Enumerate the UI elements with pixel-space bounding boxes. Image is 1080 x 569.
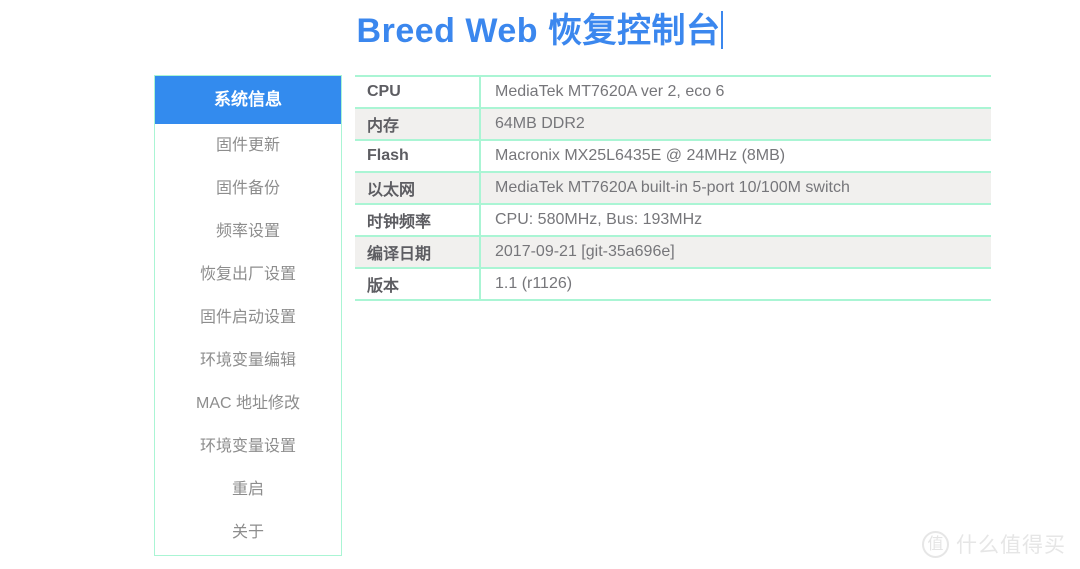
row-label: 以太网 <box>355 171 481 205</box>
page-title-text: Breed Web 恢复控制台 <box>356 12 721 50</box>
row-value: 64MB DDR2 <box>480 107 991 141</box>
row-value: CPU: 580MHz, Bus: 193MHz <box>480 203 991 237</box>
system-info-table: CPU MediaTek MT7620A ver 2, eco 6 内存 64M… <box>355 75 991 301</box>
sidebar-item-label: 系统信息 <box>214 90 282 109</box>
sidebar-item-factory-reset[interactable]: 恢复出厂设置 <box>155 253 341 296</box>
row-value: MediaTek MT7620A ver 2, eco 6 <box>480 75 991 109</box>
sidebar-item-label: 频率设置 <box>215 223 280 240</box>
table-row: 时钟频率 CPU: 580MHz, Bus: 193MHz <box>355 203 991 237</box>
row-label: CPU <box>355 75 481 109</box>
sidebar-item-reboot[interactable]: 重启 <box>155 468 341 511</box>
table-row: 版本 1.1 (r1126) <box>355 267 991 301</box>
row-label: Flash <box>355 139 481 173</box>
sidebar-item-label: 关于 <box>231 524 264 541</box>
sidebar-item-label: 环境变量设置 <box>199 438 296 455</box>
row-value: Macronix MX25L6435E @ 24MHz (8MB) <box>480 139 991 173</box>
smzdm-logo-icon: 值 <box>922 530 949 558</box>
row-label: 版本 <box>355 267 481 301</box>
sidebar-item-about[interactable]: 关于 <box>155 511 341 554</box>
row-label: 编译日期 <box>355 235 481 269</box>
sidebar-item-system-info[interactable]: 系统信息 <box>155 76 341 124</box>
sidebar-item-label: MAC 地址修改 <box>195 395 300 412</box>
row-label: 内存 <box>355 107 481 141</box>
table-row: 编译日期 2017-09-21 [git-35a696e] <box>355 235 991 269</box>
sidebar-nav: 系统信息 固件更新 固件备份 频率设置 恢复出厂设置 固件启动设置 环境变量编辑… <box>154 75 342 556</box>
sidebar-item-env-var-settings[interactable]: 环境变量设置 <box>155 425 341 468</box>
table-row: 内存 64MB DDR2 <box>355 107 991 141</box>
table-row: 以太网 MediaTek MT7620A built-in 5-port 10/… <box>355 171 991 205</box>
sidebar-item-firmware-boot-settings[interactable]: 固件启动设置 <box>155 296 341 339</box>
row-value: MediaTek MT7620A built-in 5-port 10/100M… <box>480 171 991 205</box>
sidebar-item-label: 固件备份 <box>215 180 280 197</box>
sidebar-item-label: 固件启动设置 <box>199 309 296 326</box>
sidebar-item-label: 重启 <box>231 481 264 498</box>
row-label: 时钟频率 <box>355 203 481 237</box>
sidebar-item-mac-address-modify[interactable]: MAC 地址修改 <box>155 382 341 425</box>
sidebar-item-label: 环境变量编辑 <box>199 352 296 369</box>
table-row: CPU MediaTek MT7620A ver 2, eco 6 <box>355 75 991 109</box>
watermark: 值 什么值得买 <box>922 529 1066 559</box>
row-value: 2017-09-21 [git-35a696e] <box>480 235 991 269</box>
sidebar-item-env-var-edit[interactable]: 环境变量编辑 <box>155 339 341 382</box>
watermark-text: 什么值得买 <box>956 534 1066 557</box>
sidebar-item-label: 恢复出厂设置 <box>199 266 296 283</box>
sidebar-item-firmware-backup[interactable]: 固件备份 <box>155 167 341 210</box>
sidebar-item-frequency-settings[interactable]: 频率设置 <box>155 210 341 253</box>
table-row: Flash Macronix MX25L6435E @ 24MHz (8MB) <box>355 139 991 173</box>
sidebar-item-firmware-update[interactable]: 固件更新 <box>155 124 341 167</box>
sidebar-item-label: 固件更新 <box>215 137 280 154</box>
text-caret <box>721 11 724 49</box>
page-title: Breed Web 恢复控制台 <box>0 8 1080 54</box>
row-value: 1.1 (r1126) <box>480 267 991 301</box>
